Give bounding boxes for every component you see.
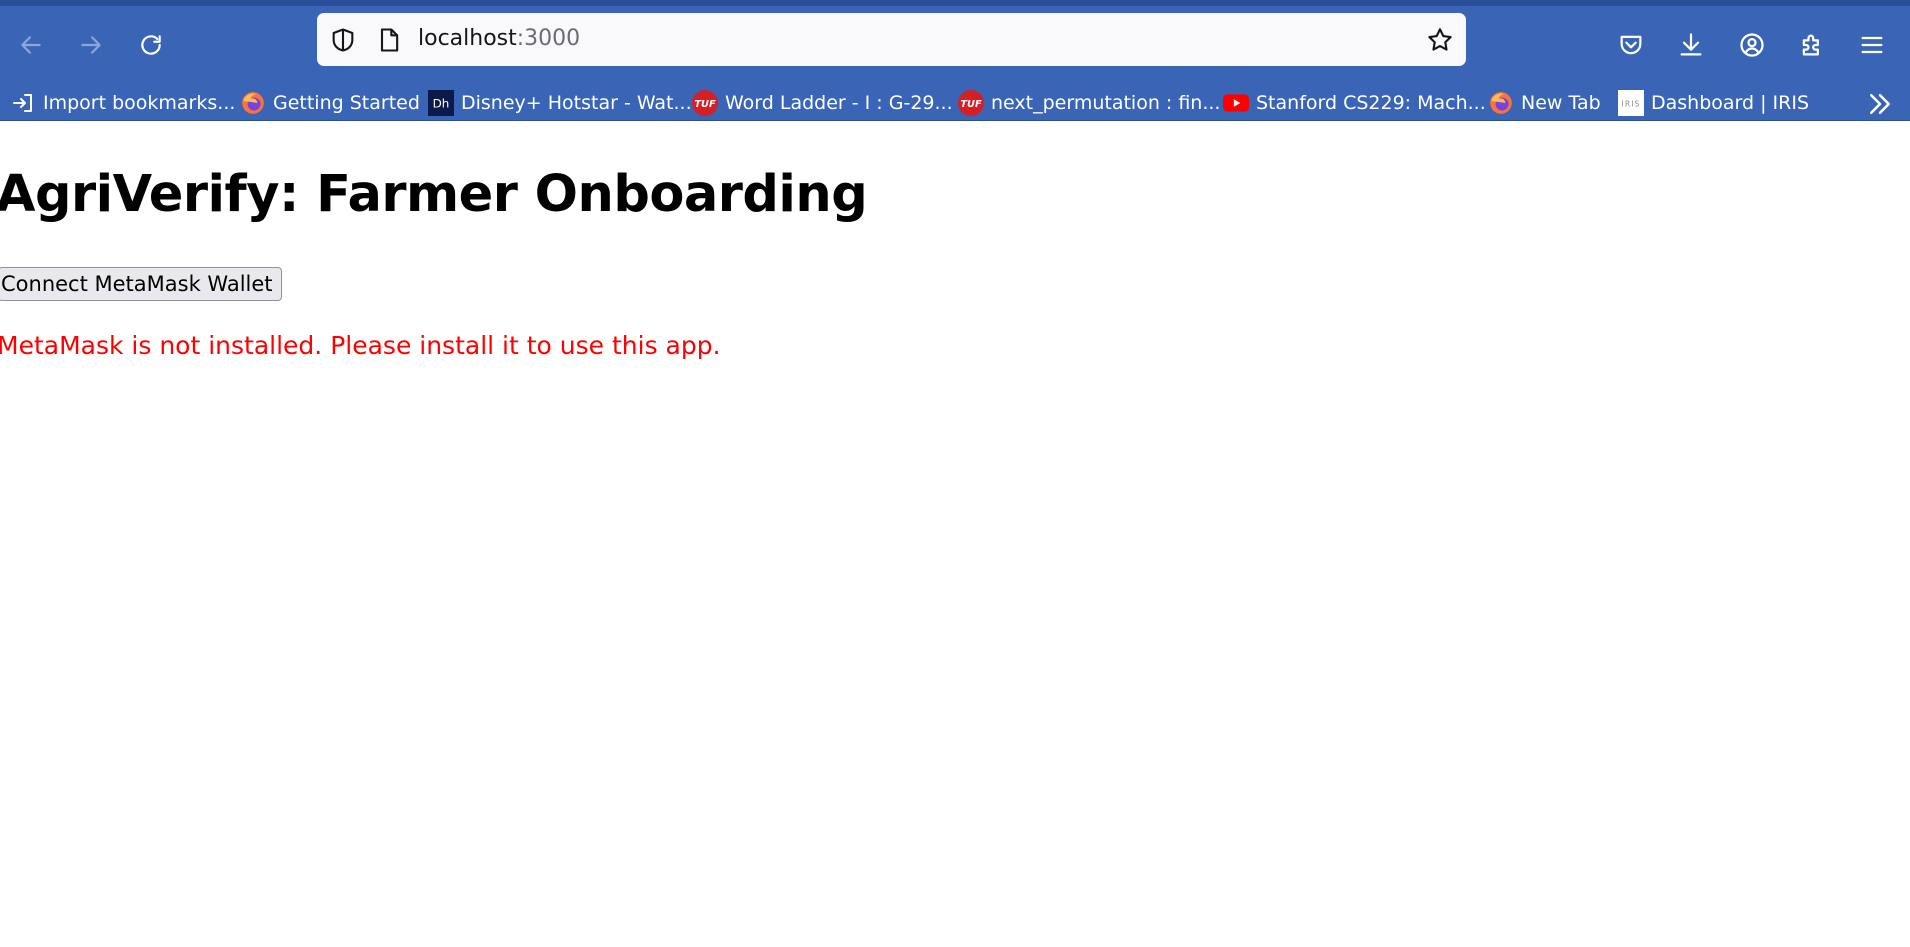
hotstar-icon: Dh	[428, 90, 454, 116]
bookmark-item[interactable]: TUF Word Ladder - I : G-29...	[692, 88, 953, 118]
tuf-icon: TUF	[958, 90, 984, 116]
back-button[interactable]	[11, 25, 51, 65]
import-icon	[10, 90, 36, 116]
bookmark-item[interactable]: Getting Started	[240, 88, 420, 118]
url-text[interactable]: localhost:3000	[418, 26, 580, 51]
arrow-left-icon	[21, 36, 41, 54]
forward-button[interactable]	[71, 25, 111, 65]
pocket-button[interactable]	[1611, 25, 1651, 65]
url-host: localhost	[418, 26, 517, 51]
star-icon[interactable]	[1426, 26, 1454, 54]
reload-button[interactable]	[131, 25, 171, 65]
bookmark-item[interactable]: New Tab	[1488, 88, 1601, 118]
bookmark-item[interactable]: Import bookmarks...	[10, 88, 235, 118]
bookmark-item[interactable]: Stanford CS229: Mach...	[1223, 88, 1486, 118]
bookmark-label: New Tab	[1521, 92, 1601, 114]
bookmark-label: next_permutation : fin...	[991, 92, 1221, 114]
downloads-button[interactable]	[1671, 25, 1711, 65]
bookmarks-bar: Import bookmarks... Getting Started Dh D…	[0, 80, 1910, 124]
browser-toolbar: localhost:3000 Import bookmarks... Getti…	[0, 0, 1910, 121]
extensions-button[interactable]	[1792, 25, 1832, 65]
bookmark-label: Disney+ Hotstar - Wat...	[461, 92, 692, 114]
chevron-double-right-icon[interactable]	[1864, 89, 1896, 119]
error-message: MetaMask is not installed. Please instal…	[0, 331, 721, 360]
bookmark-item[interactable]: IRIS Dashboard | IRIS	[1618, 88, 1809, 118]
shield-icon[interactable]	[329, 26, 357, 54]
firefox-icon	[1488, 90, 1514, 116]
account-icon	[1740, 33, 1764, 57]
connect-wallet-button[interactable]: Connect MetaMask Wallet	[0, 267, 282, 301]
download-icon	[1680, 33, 1702, 56]
url-port: :3000	[516, 26, 581, 51]
bookmark-label: Dashboard | IRIS	[1651, 92, 1810, 114]
puzzle-icon	[1802, 34, 1819, 56]
hamburger-menu-icon	[1861, 36, 1883, 54]
bookmark-item[interactable]: Dh Disney+ Hotstar - Wat...	[428, 88, 692, 118]
page-icon[interactable]	[375, 26, 403, 54]
svg-text:TUF: TUF	[694, 99, 716, 110]
youtube-icon	[1223, 90, 1249, 116]
bookmark-label: Import bookmarks...	[43, 92, 236, 114]
bookmark-label: Stanford CS229: Mach...	[1256, 92, 1486, 114]
pocket-icon	[1620, 35, 1642, 55]
svg-text:TUF: TUF	[960, 99, 982, 110]
svg-text:Dh: Dh	[433, 96, 450, 110]
account-button[interactable]	[1732, 25, 1772, 65]
reload-icon	[141, 35, 161, 55]
page-title: AgriVerify: Farmer Onboarding	[0, 165, 868, 224]
tuf-icon: TUF	[692, 90, 718, 116]
iris-icon: IRIS	[1618, 90, 1644, 116]
menu-button[interactable]	[1852, 25, 1892, 65]
svg-text:IRIS: IRIS	[1622, 99, 1641, 108]
bookmark-item[interactable]: TUF next_permutation : fin...	[958, 88, 1220, 118]
bookmark-label: Getting Started	[273, 92, 420, 114]
bookmark-label: Word Ladder - I : G-29...	[725, 92, 953, 114]
address-bar[interactable]: localhost:3000	[317, 13, 1466, 66]
page-content: AgriVerify: Farmer Onboarding Connect Me…	[0, 121, 1910, 947]
firefox-icon	[240, 90, 266, 116]
arrow-right-icon	[81, 36, 101, 54]
